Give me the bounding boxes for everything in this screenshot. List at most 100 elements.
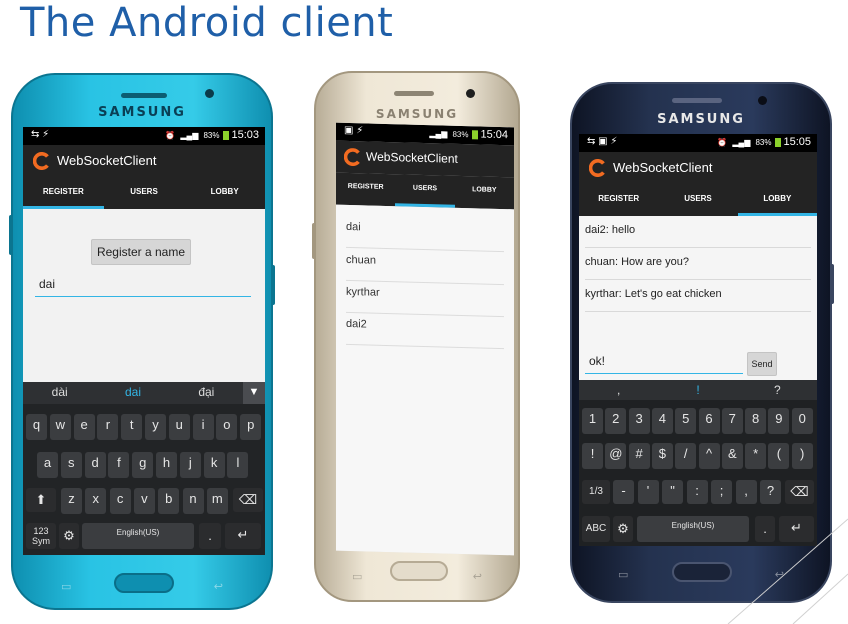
home-button[interactable] [390, 561, 448, 581]
abc-key[interactable]: ABC [582, 516, 610, 542]
key[interactable]: ^ [698, 443, 720, 469]
back-icon[interactable]: ↩ [214, 580, 223, 593]
message-input[interactable]: ok! [585, 354, 743, 374]
key[interactable]: 9 [768, 408, 790, 434]
tab-lobby[interactable]: LOBBY [455, 176, 514, 210]
key[interactable]: , [735, 480, 757, 504]
key[interactable]: ) [791, 443, 813, 469]
key[interactable]: # [628, 443, 650, 469]
collapse-keyboard-icon[interactable]: ▼ [242, 382, 265, 404]
key[interactable]: b [158, 488, 180, 514]
key[interactable]: y [145, 414, 166, 440]
key[interactable]: x [85, 488, 107, 514]
user-item[interactable]: dai2 [346, 313, 504, 350]
key[interactable]: w [49, 414, 71, 440]
front-camera [758, 96, 767, 105]
key[interactable]: i [192, 414, 214, 440]
key[interactable]: g [132, 452, 154, 478]
settings-key[interactable]: ⚙ [59, 523, 79, 549]
period-key[interactable]: . [199, 523, 221, 549]
clock: 15:03 [231, 129, 259, 141]
user-item[interactable]: kyrthar [346, 281, 504, 318]
key[interactable]: s [60, 452, 82, 478]
key[interactable]: - [613, 480, 634, 504]
key[interactable]: 2 [605, 408, 627, 434]
backspace-key[interactable]: ⌫ [233, 488, 263, 512]
key[interactable]: ; [711, 480, 732, 504]
settings-key[interactable]: ⚙ [613, 516, 633, 542]
app-logo-icon [33, 152, 49, 170]
key[interactable]: 7 [721, 408, 743, 434]
key[interactable]: v [133, 488, 155, 514]
key[interactable]: $ [651, 443, 673, 469]
suggestion-3[interactable]: ? [738, 380, 817, 400]
key[interactable]: a [37, 452, 58, 478]
tab-register[interactable]: REGISTER [23, 177, 104, 209]
key[interactable]: l [227, 452, 249, 478]
key[interactable]: q [26, 414, 47, 440]
symbols-key[interactable]: 123 Sym [26, 523, 56, 549]
recent-apps-icon[interactable]: ▭ [61, 580, 71, 593]
key[interactable]: / [675, 443, 697, 469]
name-input[interactable]: dai [35, 277, 251, 297]
key[interactable]: u [168, 414, 190, 440]
key[interactable]: z [61, 488, 82, 514]
key[interactable]: 6 [698, 408, 720, 434]
key[interactable]: r [97, 414, 119, 440]
key[interactable]: ( [768, 443, 790, 469]
suggestion-2[interactable]: dai [96, 382, 169, 404]
back-icon[interactable]: ↩ [473, 570, 482, 583]
key[interactable]: c [109, 488, 131, 514]
key[interactable]: " [662, 480, 683, 504]
key[interactable]: o [216, 414, 238, 440]
key[interactable]: : [686, 480, 708, 504]
home-button[interactable] [114, 573, 174, 593]
key[interactable]: 3 [628, 408, 650, 434]
recent-apps-icon[interactable]: ▭ [352, 570, 362, 583]
key[interactable]: @ [605, 443, 627, 469]
key[interactable]: ' [637, 480, 659, 504]
key[interactable]: 8 [745, 408, 767, 434]
action-bar: WebSocketClient [579, 152, 817, 184]
key[interactable]: ? [760, 480, 781, 504]
space-key[interactable]: English(US) [82, 523, 194, 549]
key[interactable]: h [156, 452, 177, 478]
slide-title: The Android client [20, 0, 394, 46]
key[interactable]: 0 [791, 408, 813, 434]
key[interactable]: e [73, 414, 95, 440]
key[interactable]: p [240, 414, 262, 440]
suggestion-1[interactable]: dài [23, 382, 96, 404]
user-item[interactable]: dai [346, 216, 504, 253]
tab-users[interactable]: USERS [658, 184, 737, 216]
recent-apps-icon[interactable]: ▭ [618, 568, 628, 581]
tab-users[interactable]: USERS [395, 174, 454, 208]
tab-lobby[interactable]: LOBBY [737, 184, 817, 216]
tab-register[interactable]: REGISTER [579, 184, 658, 216]
page-toggle-key[interactable]: 1/3 [582, 480, 610, 504]
key[interactable]: t [121, 414, 143, 440]
tab-lobby[interactable]: LOBBY [184, 177, 265, 209]
key[interactable]: 1 [582, 408, 603, 434]
key[interactable]: 5 [675, 408, 697, 434]
key[interactable]: 4 [651, 408, 673, 434]
enter-key[interactable]: ↵ [225, 523, 261, 549]
tab-users[interactable]: USERS [104, 177, 185, 209]
key[interactable]: m [206, 488, 228, 514]
shift-key[interactable]: ⬆ [26, 488, 56, 512]
suggestion-2[interactable]: ! [658, 380, 737, 400]
key[interactable]: & [721, 443, 743, 469]
user-item[interactable]: chuan [346, 249, 504, 286]
key[interactable]: n [182, 488, 204, 514]
key[interactable]: k [203, 452, 225, 478]
tab-register[interactable]: REGISTER [336, 173, 395, 207]
send-button[interactable]: Send [747, 352, 777, 376]
key[interactable]: d [84, 452, 106, 478]
backspace-key[interactable]: ⌫ [785, 480, 814, 504]
key[interactable]: f [108, 452, 130, 478]
key[interactable]: * [745, 443, 767, 469]
key[interactable]: j [179, 452, 201, 478]
register-name-button[interactable]: Register a name [91, 239, 191, 265]
suggestion-3[interactable]: đại [170, 382, 243, 404]
suggestion-1[interactable]: , [579, 380, 658, 400]
key[interactable]: ! [582, 443, 603, 469]
